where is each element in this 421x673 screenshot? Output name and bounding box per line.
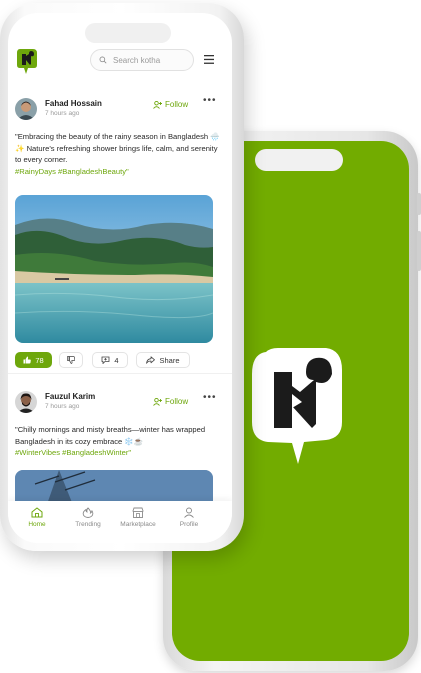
post-text: "Embracing the beauty of the rainy seaso… xyxy=(15,131,220,177)
app-logo-icon[interactable] xyxy=(16,47,38,75)
thumbs-down-icon xyxy=(67,356,75,364)
comment-count: 4 xyxy=(114,355,119,365)
home-icon xyxy=(31,507,43,518)
post-text: "Chilly mornings and misty breaths—winte… xyxy=(15,424,220,459)
dynamic-island xyxy=(255,149,343,171)
dynamic-island xyxy=(85,23,171,43)
post-actions: 78 4 Share xyxy=(15,352,225,368)
nav-label: Trending xyxy=(75,521,101,528)
like-count: 78 xyxy=(35,355,44,365)
kotha-logo-icon xyxy=(252,348,342,464)
avatar[interactable] xyxy=(15,98,37,120)
nav-home[interactable]: Home xyxy=(12,507,62,528)
nav-label: Profile xyxy=(179,521,199,528)
feed-screen: Fahad Hossain 7 hours ago Follow ••• "Em… xyxy=(8,13,232,543)
front-phone: Fahad Hossain 7 hours ago Follow ••• "Em… xyxy=(0,3,244,551)
marketplace-icon xyxy=(132,507,144,518)
author-name[interactable]: Fahad Hossain xyxy=(45,99,102,108)
search-input[interactable] xyxy=(111,54,193,66)
share-label: Share xyxy=(159,355,180,365)
more-options-icon[interactable]: ••• xyxy=(203,392,217,403)
share-icon xyxy=(146,356,156,364)
post-image[interactable] xyxy=(15,195,213,343)
profile-icon xyxy=(184,507,194,518)
search-bar[interactable] xyxy=(90,49,194,71)
post-hashtags[interactable]: #RainyDays #BangladeshBeauty" xyxy=(15,167,129,176)
nav-trending[interactable]: Trending xyxy=(63,507,113,528)
post-body: "Chilly mornings and misty breaths—winte… xyxy=(15,425,206,446)
more-options-icon[interactable]: ••• xyxy=(203,95,217,106)
add-user-icon xyxy=(153,100,162,109)
avatar[interactable] xyxy=(15,391,37,413)
author-name[interactable]: Fauzul Karim xyxy=(45,392,95,401)
follow-button[interactable]: Follow xyxy=(153,397,188,406)
nav-label: Marketplace xyxy=(120,521,156,528)
comment-icon xyxy=(102,356,110,364)
follow-label: Follow xyxy=(165,100,189,109)
thumbs-up-icon xyxy=(23,356,32,364)
follow-button[interactable]: Follow xyxy=(153,100,188,109)
comment-button[interactable]: 4 xyxy=(92,352,128,368)
post-hashtags[interactable]: #WinterVibes #BangladeshWinter" xyxy=(15,448,131,457)
dislike-button[interactable] xyxy=(59,352,83,368)
search-icon xyxy=(99,56,107,64)
nav-profile[interactable]: Profile xyxy=(164,507,214,528)
post-time: 7 hours ago xyxy=(45,403,80,410)
add-user-icon xyxy=(153,397,162,406)
post-body: "Embracing the beauty of the rainy seaso… xyxy=(15,132,220,164)
like-button[interactable]: 78 xyxy=(15,352,52,368)
follow-label: Follow xyxy=(165,397,189,406)
side-button xyxy=(417,231,421,271)
bottom-nav: Home Trending Marketplace Profile xyxy=(8,501,232,543)
nav-marketplace[interactable]: Marketplace xyxy=(113,507,163,528)
share-button[interactable]: Share xyxy=(136,352,190,368)
trending-icon xyxy=(82,507,94,518)
menu-icon[interactable] xyxy=(204,55,214,64)
nav-label: Home xyxy=(28,521,46,528)
top-bar xyxy=(8,47,232,77)
side-button xyxy=(417,193,421,215)
post-time: 7 hours ago xyxy=(45,110,80,117)
post-divider xyxy=(8,373,232,374)
